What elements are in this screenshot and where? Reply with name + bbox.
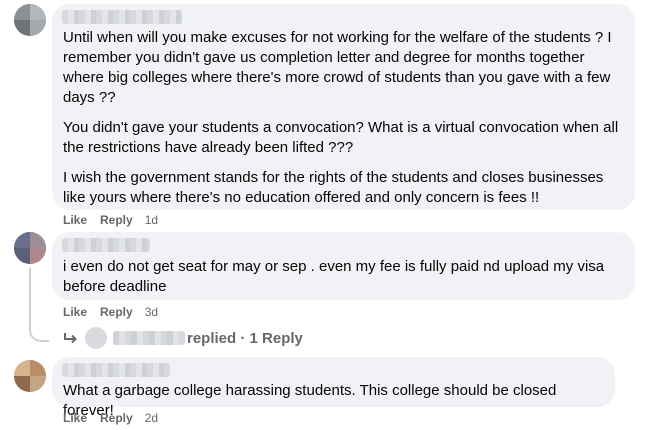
comment-timestamp[interactable]: 3d bbox=[145, 305, 158, 319]
comment-paragraph: You didn't gave your students a convocat… bbox=[63, 119, 619, 156]
commenter-name[interactable] bbox=[62, 10, 182, 24]
like-button[interactable]: Like bbox=[63, 213, 87, 227]
like-button[interactable]: Like bbox=[63, 305, 87, 319]
commenter-avatar[interactable] bbox=[14, 232, 46, 264]
replier-avatar bbox=[85, 327, 107, 349]
comment-text: i even do not get seat for may or sep . … bbox=[63, 257, 629, 297]
comment-actions: Like Reply 2d bbox=[63, 410, 158, 426]
reply-button[interactable]: Reply bbox=[100, 305, 133, 319]
reply-button[interactable]: Reply bbox=[100, 213, 133, 227]
comment-paragraph: I wish the government stands for the rig… bbox=[63, 169, 604, 206]
comment-paragraph: i even do not get seat for may or sep . … bbox=[63, 258, 605, 295]
comment-actions: Like Reply 3d bbox=[63, 304, 158, 320]
replier-name bbox=[113, 331, 185, 345]
commenter-avatar[interactable] bbox=[14, 4, 46, 36]
comment-paragraph: Until when will you make excuses for not… bbox=[63, 29, 612, 106]
comment-text: Until when will you make excuses for not… bbox=[63, 28, 629, 208]
thread-connector bbox=[29, 268, 49, 342]
commenter-name[interactable] bbox=[62, 238, 150, 252]
commenter-avatar[interactable] bbox=[14, 360, 46, 392]
reply-arrow-icon bbox=[64, 333, 77, 344]
replies-summary: replied · 1 Reply bbox=[187, 329, 303, 347]
like-button[interactable]: Like bbox=[63, 411, 87, 425]
reply-button[interactable]: Reply bbox=[100, 411, 133, 425]
comment-timestamp[interactable]: 1d bbox=[145, 213, 158, 227]
commenter-name[interactable] bbox=[62, 363, 170, 377]
comment-timestamp[interactable]: 2d bbox=[145, 411, 158, 425]
comment-actions: Like Reply 1d bbox=[63, 212, 158, 228]
view-replies-link[interactable]: replied · 1 Reply bbox=[63, 327, 303, 349]
